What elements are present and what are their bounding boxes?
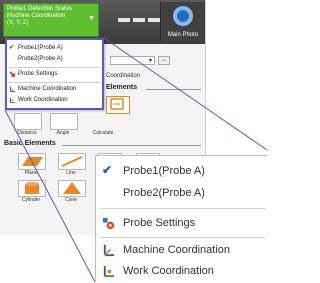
menu-item-work-coordination[interactable]: Work Coordination — [96, 261, 268, 283]
zoomed-probe-menu: ✔ Probe1(Probe A) Probe2(Probe A) Probe … — [95, 155, 267, 282]
menu-item-label: Probe1(Probe A) — [123, 165, 205, 177]
menu-item-label: Work Coordination — [123, 265, 214, 277]
probe-settings-icon — [102, 217, 115, 230]
menu-item-label: Machine Coordination — [123, 244, 231, 256]
menu-item-label: Probe2(Probe A) — [123, 187, 205, 199]
menu-separator — [100, 237, 266, 238]
menu-item-label: Probe Settings — [123, 217, 196, 229]
menu-separator — [100, 208, 266, 209]
check-icon: ✔ — [102, 163, 113, 177]
menu-item-probe2[interactable]: Probe2(Probe A) — [96, 183, 268, 205]
menu-item-probe1[interactable]: ✔ Probe1(Probe A) — [96, 161, 268, 183]
machine-coordination-icon — [103, 244, 115, 257]
menu-item-machine-coordination[interactable]: Machine Coordination — [96, 240, 268, 262]
work-coordination-icon — [103, 265, 115, 278]
menu-item-probe-settings[interactable]: Probe Settings — [96, 213, 268, 235]
